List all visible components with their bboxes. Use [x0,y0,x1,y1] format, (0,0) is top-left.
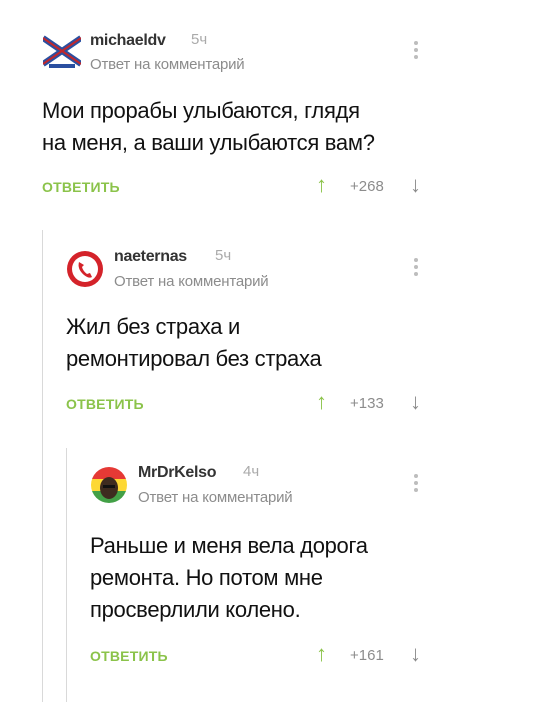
down-arrow-icon[interactable]: ↓ [410,641,421,667]
username[interactable]: MrDrKelso [138,464,217,482]
reply-to-link[interactable]: комментарий [202,489,292,506]
reply-to-line: Ответ на комментарий [138,489,293,506]
up-arrow-icon[interactable]: ↑ [316,641,327,667]
avatar[interactable] [90,466,128,504]
rasta-avatar-icon [91,467,127,503]
comment-mrdrkelso: MrDrKelso 4ч Ответ на комментарий Раньше… [0,0,547,702]
comment-text-line: ремонта. Но потом мне [90,565,323,590]
more-vertical-icon[interactable] [413,474,419,495]
comment-text: Раньше и меня вела дорога ремонта. Но по… [90,530,368,626]
comment-time: 4ч [243,463,260,480]
comment-text-line: Раньше и меня вела дорога [90,533,368,558]
comment-text-line: просверлили колено. [90,597,301,622]
score: +161 [350,647,384,664]
reply-button[interactable]: ОТВЕТИТЬ [90,648,168,664]
reply-prefix: Ответ на [138,489,199,506]
